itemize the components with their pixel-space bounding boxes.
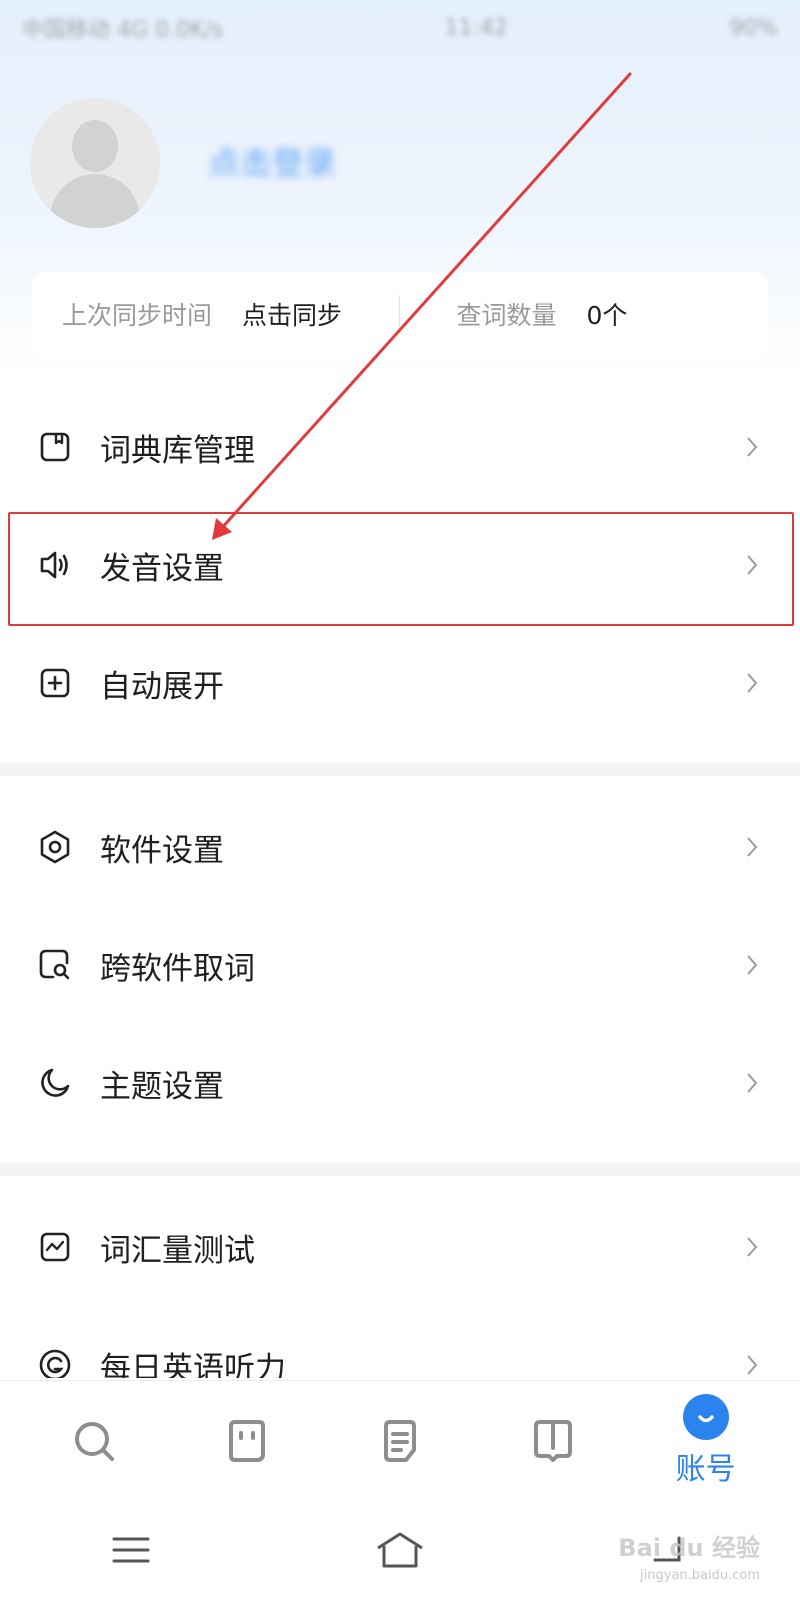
search-window-icon: [38, 948, 72, 982]
lookup-count-section: 查词数量 0个: [400, 272, 768, 356]
plus-square-icon: [38, 666, 72, 700]
chat-face-icon: [229, 1419, 266, 1462]
menu-item-auto-expand[interactable]: 自动展开: [0, 624, 800, 742]
menu-label: 每日英语听力: [100, 1350, 286, 1379]
menu-item-cross-app-lookup[interactable]: 跨软件取词: [0, 906, 800, 1024]
search-icon: [75, 1421, 115, 1461]
chevron-right-icon: [747, 437, 758, 457]
baidu-jingyan-watermark: Bai du 经验: [618, 1534, 760, 1562]
clock: 11:42: [444, 15, 508, 41]
sync-now-button[interactable]: 点击同步: [242, 296, 342, 332]
section-divider: [0, 1162, 800, 1176]
book-icon: [38, 430, 72, 464]
battery-text: 90%: [729, 15, 778, 41]
hex-gear-icon: [38, 830, 72, 864]
menu-label: 自动展开: [100, 668, 224, 705]
menu-label: 主题设置: [100, 1068, 224, 1105]
sync-card: 上次同步时间 点击同步 查词数量 0个: [32, 272, 768, 356]
menu-label: 发音设置: [100, 550, 224, 587]
bottom-tab-bar: 账号: [0, 1380, 800, 1500]
menu-group-learning: 词汇量测试 每日英语听力: [0, 1188, 800, 1378]
chevron-right-icon: [747, 673, 758, 693]
menu-item-pronunciation-settings[interactable]: 发音设置: [0, 506, 800, 624]
tab-translate[interactable]: [187, 1386, 307, 1496]
chevron-right-icon: [747, 955, 758, 975]
last-sync-label: 上次同步时间: [62, 301, 213, 330]
avatar-head-shape: [72, 120, 118, 172]
watermark-url: jingyan.baidu.com: [640, 1568, 760, 1583]
tab-wordbook[interactable]: [493, 1386, 613, 1496]
chevron-right-icon: [747, 1073, 758, 1093]
menu-icon[interactable]: [111, 1534, 151, 1566]
note-icon: [383, 1419, 416, 1462]
username-login-link[interactable]: 点击登录: [208, 138, 336, 184]
menu-label: 软件设置: [100, 832, 224, 869]
section-divider: [0, 762, 800, 776]
smile-icon: [682, 1393, 729, 1440]
chevron-right-icon: [747, 837, 758, 857]
menu-group-dictionary: 词典库管理 发音设置 自动展开: [0, 388, 800, 742]
carrier-signal-text: 中国移动 4G 0.0K/s: [22, 18, 224, 43]
menu-group-settings: 软件设置 跨软件取词 主题设置: [0, 788, 800, 1142]
lookup-count-value: 0个: [586, 301, 628, 330]
chevron-right-icon: [747, 1237, 758, 1257]
menu-item-dictionary-management[interactable]: 词典库管理: [0, 388, 800, 506]
trend-icon: [38, 1230, 72, 1264]
menu-label: 词典库管理: [100, 432, 255, 469]
menu-item-daily-english-listening[interactable]: 每日英语听力: [0, 1306, 800, 1378]
avatar[interactable]: [30, 98, 160, 228]
menu-label: 跨软件取词: [100, 950, 255, 987]
menu-item-theme-settings[interactable]: 主题设置: [0, 1024, 800, 1142]
menu-item-software-settings[interactable]: 软件设置: [0, 788, 800, 906]
headphone-icon: [38, 1348, 72, 1378]
tab-search[interactable]: [34, 1386, 154, 1496]
chevron-right-icon: [747, 1355, 758, 1375]
chevron-right-icon: [747, 555, 758, 575]
avatar-shoulders-shape: [50, 174, 140, 228]
lookup-count-label: 查词数量: [456, 301, 557, 330]
menu-label: 词汇量测试: [100, 1232, 255, 1269]
speaker-icon: [38, 548, 72, 582]
last-sync-section[interactable]: 上次同步时间 点击同步: [32, 272, 399, 356]
menu-item-vocabulary-test[interactable]: 词汇量测试: [0, 1188, 800, 1306]
open-book-icon: [533, 1419, 572, 1462]
moon-icon: [38, 1066, 72, 1100]
status-bar: 中国移动 4G 0.0K/s 11:42 90%: [0, 0, 800, 56]
home-icon[interactable]: [374, 1530, 426, 1570]
tab-account[interactable]: 账号: [646, 1386, 766, 1496]
tab-account-label: 账号: [675, 1451, 736, 1487]
tab-notes[interactable]: [340, 1386, 460, 1496]
